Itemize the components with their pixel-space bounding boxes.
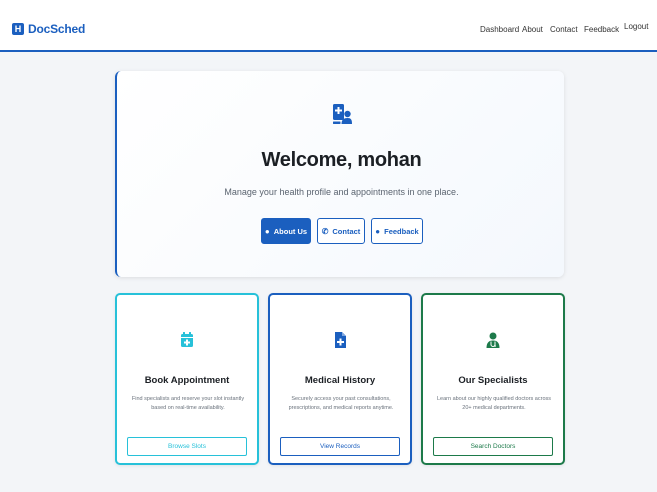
phone-icon: ✆ (321, 226, 329, 236)
comment-icon: ● (375, 226, 381, 236)
card-title: Our Specialists (458, 375, 528, 386)
welcome-title: Welcome, mohan (261, 149, 422, 171)
navbar: H DocSched Dashboard About Contact Feedb… (0, 0, 657, 52)
card-description: Securely access your past consultations,… (288, 396, 394, 411)
welcome-subtitle: Manage your health profile and appointme… (224, 187, 459, 197)
brand-name: DocSched (28, 22, 86, 36)
book-appointment-card: Book Appointment Find specialists and re… (115, 293, 259, 465)
nav-dashboard[interactable]: Dashboard (480, 25, 519, 34)
info-icon: ● (264, 226, 270, 236)
about-us-label: About Us (273, 226, 308, 236)
card-title: Medical History (304, 375, 376, 386)
feedback-button[interactable]: ● Feedback (371, 218, 423, 244)
document-medical-icon (335, 332, 346, 348)
search-doctors-button[interactable]: Search Doctors (433, 437, 553, 456)
nav-contact[interactable]: Contact (550, 25, 578, 34)
view-records-button[interactable]: View Records (280, 437, 400, 456)
card-description: Learn about our highly qualified doctors… (436, 396, 552, 411)
user-medical-icon (333, 104, 352, 124)
nav-about[interactable]: About (522, 25, 543, 34)
medical-history-card: Medical History Securely access your pas… (268, 293, 412, 465)
brand[interactable]: H DocSched (12, 22, 85, 36)
nav-feedback[interactable]: Feedback (584, 25, 619, 34)
contact-button[interactable]: ✆ Contact (317, 218, 365, 244)
contact-label: Contact (332, 226, 361, 236)
browse-slots-button[interactable]: Browse Slots (127, 437, 247, 456)
our-specialists-card: Our Specialists Learn about our highly q… (421, 293, 565, 465)
feedback-label: Feedback (384, 226, 419, 236)
welcome-card: Welcome, mohan Manage your health profil… (115, 71, 564, 277)
nav-logout[interactable]: Logout (624, 22, 648, 31)
calendar-icon (181, 332, 193, 347)
doctor-icon (486, 332, 500, 348)
card-title: Book Appointment (144, 375, 230, 386)
hospital-logo-icon: H (12, 23, 24, 35)
about-us-button[interactable]: ● About Us (261, 218, 311, 244)
card-description: Find specialists and reserve your slot i… (131, 396, 245, 411)
